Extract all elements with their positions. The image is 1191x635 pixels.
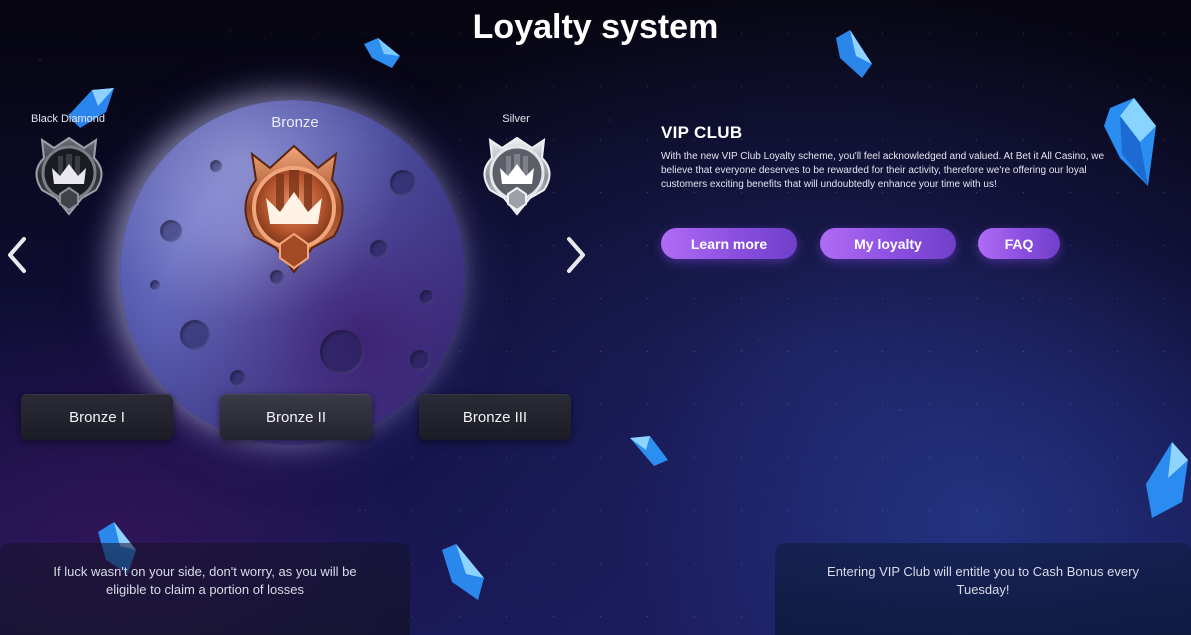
losses-info-text: If luck wasn't on your side, don't worry… xyxy=(53,564,357,597)
tier-label-current: Bronze xyxy=(271,114,319,131)
bronze-badge-icon[interactable] xyxy=(226,140,362,276)
vip-club-description: With the new VIP Club Loyalty scheme, yo… xyxy=(661,151,1105,190)
page-title: Loyalty system xyxy=(472,8,719,46)
level-button-bronze-1[interactable]: Bronze I xyxy=(21,394,173,440)
faq-button[interactable]: FAQ xyxy=(978,228,1060,259)
cash-bonus-info-text: Entering VIP Club will entitle you to Ca… xyxy=(827,564,1139,597)
vip-club-heading: VIP CLUB xyxy=(661,123,743,142)
crystal-icon xyxy=(442,544,484,600)
level-button-bronze-2[interactable]: Bronze II xyxy=(220,394,372,440)
learn-more-button[interactable]: Learn more xyxy=(661,228,797,259)
crystal-icon xyxy=(630,436,668,466)
tier-label-next: Silver xyxy=(502,113,530,125)
crystal-icon xyxy=(1146,442,1188,518)
tier-label-prev: Black Diamond xyxy=(31,113,105,125)
black-diamond-badge-icon[interactable] xyxy=(24,128,114,218)
silver-badge-icon[interactable] xyxy=(472,128,562,218)
chevron-left-icon[interactable] xyxy=(2,235,32,275)
chevron-right-icon[interactable] xyxy=(561,235,591,275)
my-loyalty-button[interactable]: My loyalty xyxy=(820,228,956,259)
level-button-bronze-3[interactable]: Bronze III xyxy=(419,394,571,440)
cash-bonus-info-panel: Entering VIP Club will entitle you to Ca… xyxy=(775,543,1191,635)
losses-info-panel: If luck wasn't on your side, don't worry… xyxy=(0,543,410,635)
